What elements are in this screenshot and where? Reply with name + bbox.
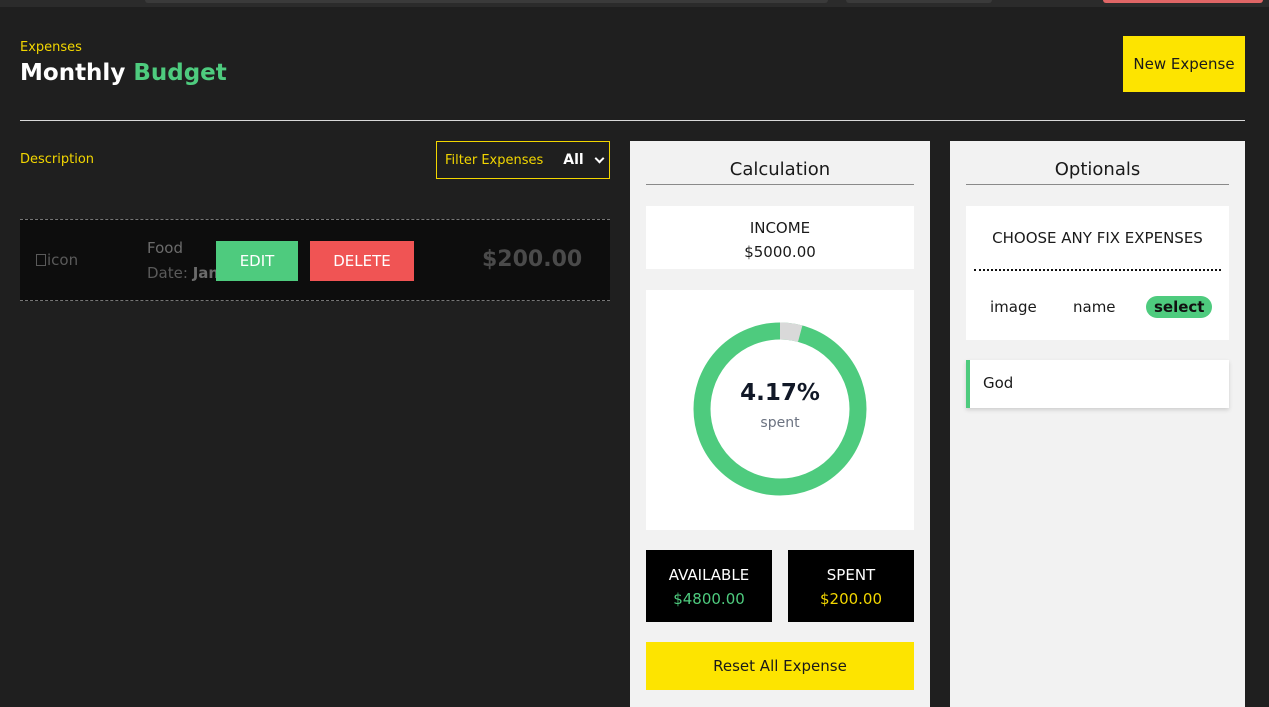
spent-percent-label: spent xyxy=(760,415,800,431)
address-bar[interactable] xyxy=(145,0,828,3)
chevron-down-icon xyxy=(594,153,605,163)
spent-donut-card: 4.17% spent xyxy=(646,290,914,530)
income-box: INCOME $5000.00 xyxy=(646,206,914,269)
expense-row: icon Food Date: Jan 29 EDIT DELETE $200.… xyxy=(20,219,610,301)
spent-box: SPENT $200.00 xyxy=(788,550,914,622)
browser-top-edge xyxy=(0,0,1269,7)
filter-select[interactable]: All xyxy=(563,152,605,168)
expense-amount: $200.00 xyxy=(482,247,583,272)
expense-name: Food xyxy=(147,239,183,257)
fix-expenses-title: CHOOSE ANY FIX EXPENSES xyxy=(992,229,1203,247)
expense-image-alt: icon xyxy=(47,251,79,269)
title-accent: Budget xyxy=(133,60,227,86)
optionals-title: Optionals xyxy=(966,159,1229,185)
spent-donut-chart xyxy=(693,322,867,496)
title-main: Monthly xyxy=(20,60,126,86)
expense-image: icon xyxy=(36,251,78,269)
description-label: Description xyxy=(20,152,95,167)
available-label: AVAILABLE xyxy=(668,566,750,584)
column-select[interactable]: select xyxy=(1146,296,1213,318)
filter-expenses[interactable]: Filter Expenses All xyxy=(436,141,610,179)
spent-value: $200.00 xyxy=(819,590,883,608)
calculation-title: Calculation xyxy=(646,159,914,185)
column-name: name xyxy=(1073,298,1116,316)
income-value: $5000.00 xyxy=(744,243,816,261)
optional-item[interactable]: God xyxy=(966,360,1229,408)
broken-image-icon xyxy=(36,254,46,266)
optionals-panel: Optionals CHOOSE ANY FIX EXPENSES image … xyxy=(950,141,1245,707)
browser-pill[interactable] xyxy=(846,0,992,3)
spent-percent: 4.17% xyxy=(740,380,820,406)
available-box: AVAILABLE $4800.00 xyxy=(646,550,772,622)
delete-button[interactable]: DELETE xyxy=(310,241,414,281)
expense-date-prefix: Date: xyxy=(147,264,188,282)
reset-all-expense-button[interactable]: Reset All Expense xyxy=(646,642,914,690)
dotted-divider xyxy=(974,269,1221,271)
browser-button[interactable] xyxy=(1103,0,1263,3)
new-expense-button[interactable]: New Expense xyxy=(1123,36,1245,92)
calculation-panel: Calculation INCOME $5000.00 4.17% spent … xyxy=(630,141,930,707)
header-divider xyxy=(20,120,1245,121)
column-image: image xyxy=(990,298,1037,316)
income-label: INCOME xyxy=(749,219,811,237)
edit-button[interactable]: EDIT xyxy=(216,241,298,281)
filter-label: Filter Expenses xyxy=(445,152,544,168)
fix-expenses-box: CHOOSE ANY FIX EXPENSES image name selec… xyxy=(966,206,1229,340)
filter-value: All xyxy=(563,152,584,168)
donut-remaining-ring xyxy=(693,322,867,496)
page-eyebrow: Expenses xyxy=(20,40,82,55)
available-value: $4800.00 xyxy=(673,590,745,608)
spent-label: SPENT xyxy=(826,566,876,584)
page-title: Monthly Budget xyxy=(20,60,227,86)
